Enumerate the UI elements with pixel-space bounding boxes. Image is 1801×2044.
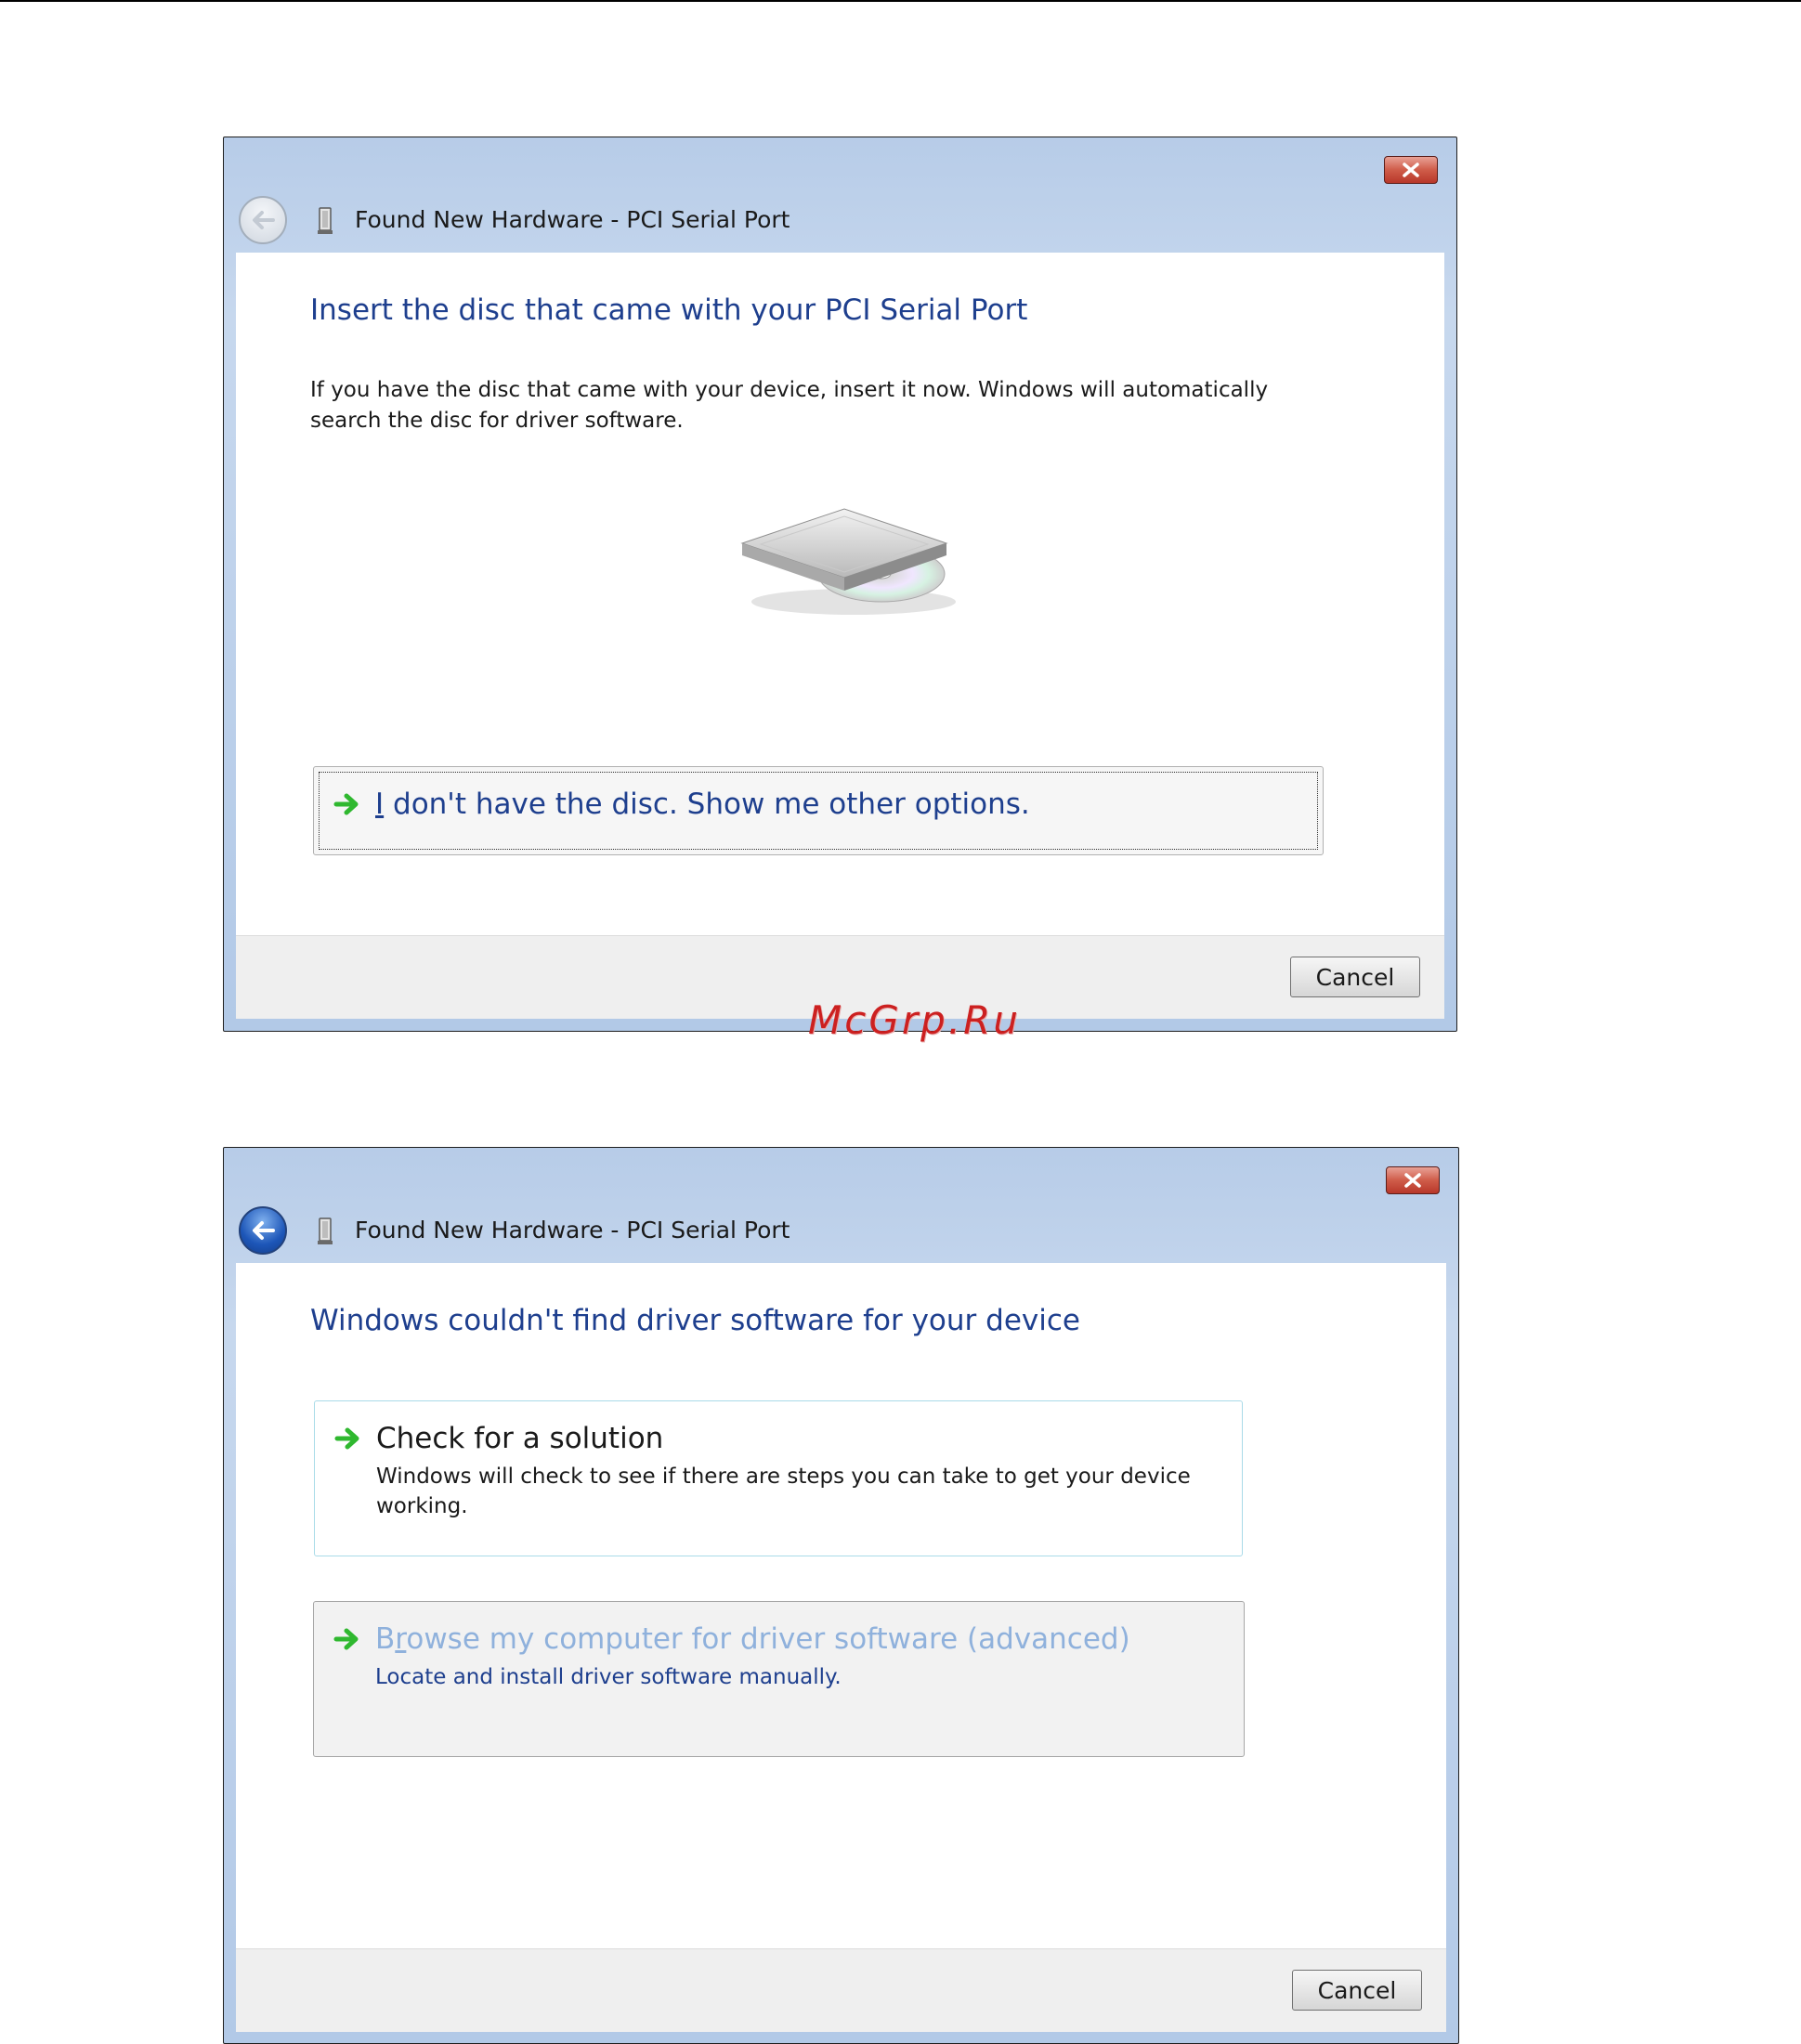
no-disc-option-label: I don't have the disc. Show me other opt… xyxy=(375,788,1030,821)
back-button[interactable] xyxy=(239,1206,287,1255)
optical-drive-icon xyxy=(740,508,956,615)
page-heading: Windows couldn't find driver software fo… xyxy=(310,1304,1080,1337)
close-icon xyxy=(1403,163,1419,177)
dialog-content: Windows couldn't find driver software fo… xyxy=(236,1263,1446,1948)
serial-port-device-icon xyxy=(318,207,333,234)
back-button[interactable] xyxy=(239,196,287,244)
dialog-title: Found New Hardware - PCI Serial Port xyxy=(355,206,790,233)
green-arrow-icon xyxy=(334,1427,359,1450)
option-label-text: owse my computer for driver software (ad… xyxy=(406,1622,1130,1656)
back-arrow-icon xyxy=(253,1221,275,1240)
option-label-text: don't have the disc. Show me other optio… xyxy=(384,788,1030,821)
check-for-solution-label: Check for a solution xyxy=(376,1422,664,1455)
cancel-button[interactable]: Cancel xyxy=(1292,1970,1422,2011)
dialog-title: Found New Hardware - PCI Serial Port xyxy=(355,1217,790,1243)
close-button[interactable] xyxy=(1386,1166,1440,1194)
dialog-footer: Cancel xyxy=(236,1948,1446,2032)
mnemonic-letter: I xyxy=(375,788,385,821)
watermark: McGrp.Ru xyxy=(808,997,1021,1043)
back-arrow-icon xyxy=(253,211,275,229)
option-label-text: B xyxy=(375,1622,396,1656)
browse-computer-label: Browse my computer for driver software (… xyxy=(375,1622,1130,1656)
page-top-rule xyxy=(0,0,1801,2)
found-new-hardware-dialog-insert-disc: Found New Hardware - PCI Serial Port Ins… xyxy=(223,137,1457,1032)
cancel-button[interactable]: Cancel xyxy=(1290,957,1420,997)
mnemonic-letter: r xyxy=(395,1622,407,1656)
green-arrow-icon xyxy=(333,793,359,815)
check-for-solution-description: Windows will check to see if there are s… xyxy=(376,1465,1191,1518)
close-icon xyxy=(1404,1173,1421,1188)
check-for-solution-option[interactable]: Check for a solution Windows will check … xyxy=(314,1400,1243,1556)
found-new-hardware-dialog-no-driver: Found New Hardware - PCI Serial Port Win… xyxy=(223,1147,1459,2044)
close-button[interactable] xyxy=(1384,156,1438,184)
instruction-text: If you have the disc that came with your… xyxy=(310,378,1269,433)
dialog-content: Insert the disc that came with your PCI … xyxy=(236,253,1444,935)
green-arrow-icon xyxy=(333,1628,359,1650)
browse-computer-description: Locate and install driver software manua… xyxy=(375,1665,842,1689)
page-heading: Insert the disc that came with your PCI … xyxy=(310,293,1028,327)
serial-port-device-icon xyxy=(318,1217,333,1244)
browse-computer-option[interactable]: Browse my computer for driver software (… xyxy=(313,1601,1245,1757)
no-disc-option-button[interactable]: I don't have the disc. Show me other opt… xyxy=(313,766,1324,855)
